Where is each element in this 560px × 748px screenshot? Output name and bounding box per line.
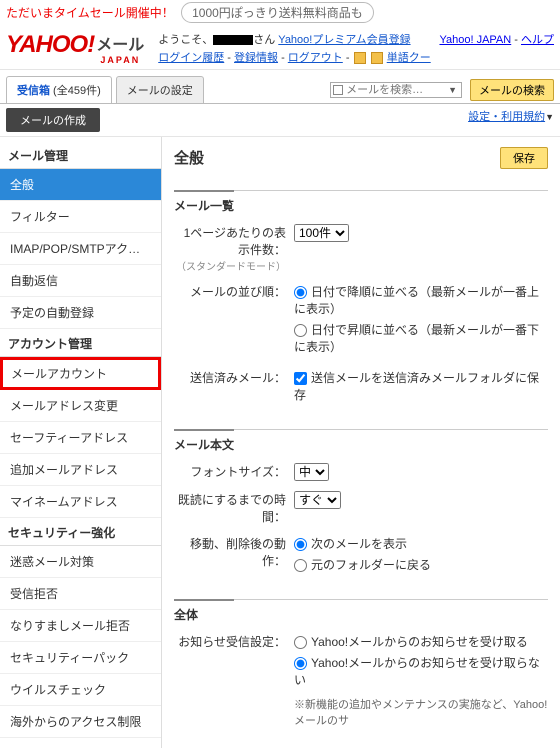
settings-terms-link[interactable]: 設定・利用規約: [468, 111, 545, 123]
sidebar-item-myname-address[interactable]: マイネームアドレス: [0, 486, 161, 518]
sort-asc-option[interactable]: 日付で昇順に並べる（最新メールが一番下に表示）: [294, 321, 548, 355]
sidebar-item-spam[interactable]: 迷惑メール対策: [0, 546, 161, 578]
sidebar-item-general[interactable]: 全般: [0, 169, 161, 201]
tab-settings[interactable]: メールの設定: [116, 76, 204, 103]
promo-bar: ただいまタイムセール開催中！ 1000円ぽっきり送料無料商品も: [0, 0, 560, 25]
promo-sale-link[interactable]: ただいまタイムセール開催中！: [6, 6, 174, 20]
section-mail-body: メール本文: [174, 429, 548, 453]
header-right: ようこそ、さん Yahoo!プレミアム会員登録 ログイン履歴 - 登録情報 - …: [158, 31, 439, 65]
search-input[interactable]: [346, 84, 446, 96]
sidebar-heading-security: セキュリティー強化: [0, 518, 161, 546]
yahoo-japan-link[interactable]: Yahoo! JAPAN: [439, 34, 511, 46]
sidebar-item-schedule[interactable]: 予定の自動登録: [0, 297, 161, 329]
premium-link[interactable]: Yahoo!プレミアム会員登録: [278, 34, 410, 46]
sidebar-item-overseas[interactable]: 海外からのアクセス制限: [0, 706, 161, 738]
help-link[interactable]: ヘルプ: [521, 34, 554, 46]
sidebar-item-extra-address[interactable]: 追加メールアドレス: [0, 454, 161, 486]
sidebar-item-block[interactable]: 受信拒否: [0, 578, 161, 610]
promo-oval-link[interactable]: 1000円ぽっきり送料無料商品も: [181, 2, 374, 23]
section-all: 全体: [174, 599, 548, 623]
logout-link[interactable]: ログアウト: [288, 52, 343, 64]
sent-save-option[interactable]: 送信メールを送信済みメールフォルダに保存: [294, 369, 548, 403]
sidebar-item-address-change[interactable]: メールアドレス変更: [0, 390, 161, 422]
greeting-suffix: さん: [253, 34, 275, 46]
after-label: 移動、削除後の動作：: [174, 535, 294, 569]
search-dropdown-icon[interactable]: ▼: [446, 85, 459, 95]
sub-row: メールの作成 設定・利用規約▼: [0, 104, 560, 137]
main: メール管理 全般 フィルター IMAP/POP/SMTPアク… 自動返信 予定の…: [0, 137, 560, 748]
tab-inbox-count: (全459件): [50, 85, 101, 97]
notice-yes-option[interactable]: Yahoo!メールからのお知らせを受け取る: [294, 633, 548, 650]
logo[interactable]: YAHOO!メール JAPAN: [6, 31, 144, 65]
sidebar-item-spoof[interactable]: なりすましメール拒否: [0, 610, 161, 642]
read-time-select[interactable]: すぐ: [294, 491, 341, 509]
read-label: 既読にするまでの時間：: [174, 491, 294, 525]
star-icon[interactable]: [371, 52, 383, 64]
greeting-prefix: ようこそ、: [158, 34, 213, 46]
sidebar-item-virus[interactable]: ウイルスチェック: [0, 674, 161, 706]
save-button[interactable]: 保存: [500, 147, 548, 169]
tab-inbox-label: 受信箱: [17, 85, 50, 97]
sidebar-item-safety-address[interactable]: セーフティーアドレス: [0, 422, 161, 454]
logo-mail: メール: [94, 37, 144, 54]
content: 全般 保存 メール一覧 1ページあたりの表示件数： （スタンダードモード） 10…: [162, 137, 560, 748]
sort-desc-option[interactable]: 日付で降順に並べる（最新メールが一番上に表示）: [294, 283, 548, 317]
after-back-option[interactable]: 元のフォルダーに戻る: [294, 556, 548, 573]
after-next-option[interactable]: 次のメールを表示: [294, 535, 548, 552]
per-page-select[interactable]: 100件: [294, 224, 349, 242]
compose-button[interactable]: メールの作成: [6, 108, 100, 132]
sidebar-item-autoreply[interactable]: 自動返信: [0, 265, 161, 297]
top-links: Yahoo! JAPAN - ヘルプ: [439, 31, 554, 65]
sort-label: メールの並び順：: [174, 283, 294, 300]
font-label: フォントサイズ：: [174, 463, 294, 480]
tab-inbox[interactable]: 受信箱 (全459件): [6, 76, 112, 103]
login-history-link[interactable]: ログイン履歴: [158, 52, 224, 64]
sidebar-item-mail-account[interactable]: メールアカウント: [0, 357, 161, 390]
notice-note: ※新機能の追加やメンテナンスの実施など、Yahoo!メールのサ: [294, 696, 548, 728]
search-box[interactable]: ▼: [330, 82, 462, 98]
tango-link[interactable]: 単語クー: [387, 52, 431, 64]
search-button[interactable]: メールの検索: [470, 79, 554, 101]
per-page-sub: （スタンダードモード）: [174, 258, 286, 273]
sent-label: 送信済みメール：: [174, 369, 294, 386]
reg-info-link[interactable]: 登録情報: [234, 52, 278, 64]
section-mail-list: メール一覧: [174, 190, 548, 214]
sidebar-heading-mail: メール管理: [0, 141, 161, 169]
page-title: 全般: [174, 147, 204, 168]
sidebar-item-filter[interactable]: フィルター: [0, 201, 161, 233]
search-scope-icon[interactable]: [333, 85, 343, 95]
notice-no-option[interactable]: Yahoo!メールからのお知らせを受け取らない: [294, 654, 548, 688]
sidebar-item-imap[interactable]: IMAP/POP/SMTPアク…: [0, 233, 161, 265]
font-size-select[interactable]: 中: [294, 463, 329, 481]
logo-yahoo: YAHOO!: [6, 31, 94, 58]
sidebar-item-secpack[interactable]: セキュリティーパック: [0, 642, 161, 674]
per-page-label: 1ページあたりの表示件数：: [184, 226, 286, 257]
tab-bar: 受信箱 (全459件) メールの設定 ▼ メールの検索: [0, 70, 560, 104]
sidebar: メール管理 全般 フィルター IMAP/POP/SMTPアク… 自動返信 予定の…: [0, 137, 162, 748]
notice-label: お知らせ受信設定：: [174, 633, 294, 650]
header: YAHOO!メール JAPAN ようこそ、さん Yahoo!プレミアム会員登録 …: [0, 25, 560, 70]
username-masked: [213, 35, 253, 45]
cart-icon[interactable]: [354, 52, 366, 64]
sidebar-heading-account: アカウント管理: [0, 329, 161, 357]
